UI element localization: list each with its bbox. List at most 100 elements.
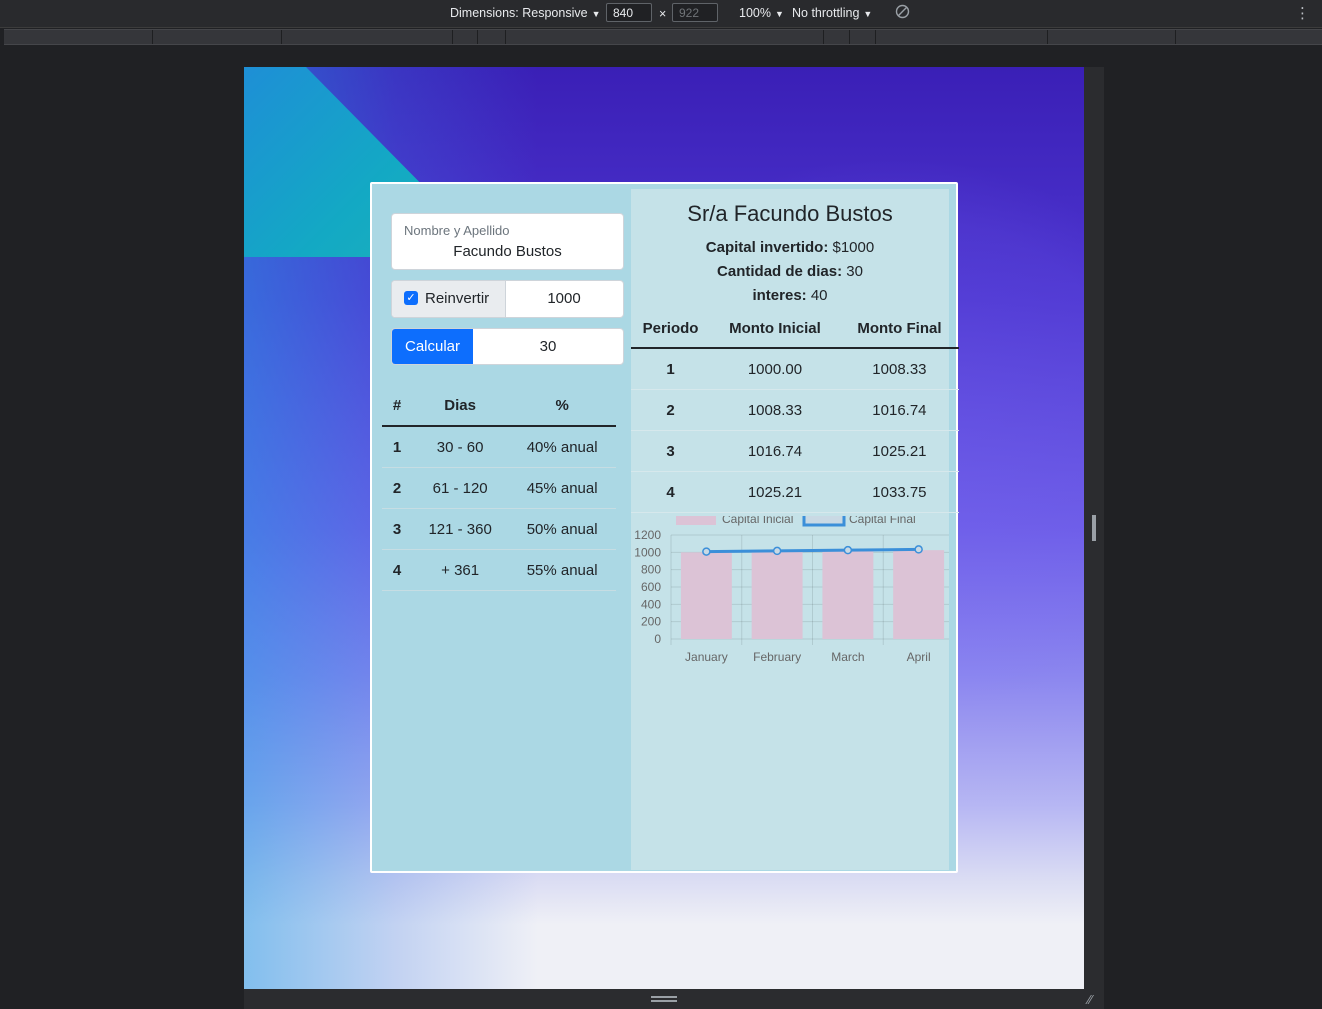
result-period: 4 [631, 471, 711, 513]
reinvest-group: ✓ Reinvertir 1000 [391, 280, 624, 318]
results-header-final: Monto Final [839, 309, 959, 349]
name-field-value: Facundo Bustos [453, 243, 562, 260]
series-line [706, 547, 919, 554]
capital-line: Capital invertido: $1000 [631, 239, 949, 256]
rate-index: 1 [382, 426, 412, 468]
days-input[interactable]: 30 [473, 338, 623, 355]
name-field[interactable]: Nombre y Apellido Facundo Bustos [391, 213, 624, 270]
rate-days: + 361 [412, 549, 509, 591]
line-point [914, 545, 923, 554]
result-period: 3 [631, 430, 711, 472]
times-symbol: × [659, 7, 667, 21]
capital-value: $1000 [832, 239, 875, 256]
y-tick-label: 400 [641, 597, 661, 611]
result-period: 1 [631, 348, 711, 390]
rotate-icon[interactable] [895, 4, 910, 22]
x-tick-label: March [831, 650, 864, 664]
result-period: 2 [631, 389, 711, 431]
result-initial: 1008.33 [710, 389, 840, 431]
line-point [843, 545, 853, 555]
media-query-ruler [4, 29, 1322, 45]
rates-header-row: # Dias % [382, 385, 616, 427]
line-point [702, 547, 711, 556]
table-row: 1 1000.00 1008.33 [631, 348, 959, 390]
caret-down-icon: ▼ [591, 9, 601, 19]
calculate-group: Calcular 30 [391, 328, 624, 365]
bar [680, 552, 732, 639]
throttling-dropdown[interactable]: No throttling ▼ [792, 6, 872, 20]
rate-index: 4 [382, 549, 412, 591]
dimensions-dropdown[interactable]: Dimensions: Responsive ▼ [450, 6, 600, 20]
table-row: 4 1025.21 1033.75 [631, 471, 959, 513]
capital-label: Capital invertido: [705, 239, 829, 256]
y-tick-label: 200 [641, 615, 661, 629]
results-table: Periodo Monto Inicial Monto Final 1 1000… [631, 309, 959, 513]
rate-days: 61 - 120 [412, 467, 509, 509]
dimensions-label: Dimensions: Responsive [450, 6, 588, 20]
legend-label: Capital Final [849, 516, 916, 526]
bar [893, 550, 945, 639]
rate-percent: 40% anual [508, 426, 616, 468]
width-input[interactable]: 840 [606, 3, 652, 22]
result-initial: 1025.21 [710, 471, 840, 513]
page-viewport: Nombre y Apellido Facundo Bustos ✓ Reinv… [244, 67, 1084, 989]
y-tick-label: 800 [641, 563, 661, 577]
interest-value: 40 [810, 287, 828, 304]
rate-index: 3 [382, 508, 412, 550]
rates-header-days: Dias [412, 385, 509, 427]
table-row: 1 30 - 60 40% anual [382, 426, 616, 468]
resize-corner-icon[interactable]: ⁄⁄ [1088, 992, 1092, 1007]
reinvest-checkbox[interactable]: ✓ [404, 291, 418, 305]
result-final: 1016.74 [839, 389, 959, 431]
table-row: 2 61 - 120 45% anual [382, 467, 616, 509]
throttling-label: No throttling [792, 6, 860, 20]
bar [751, 551, 803, 639]
rates-table: # Dias % 1 30 - 60 40% anual 2 61 - 120 … [382, 385, 616, 591]
interest-label: interes: [752, 287, 807, 304]
reinvest-addon: ✓ Reinvertir [392, 281, 506, 317]
table-row: 3 121 - 360 50% anual [382, 508, 616, 550]
calculator-card: Nombre y Apellido Facundo Bustos ✓ Reinv… [370, 182, 959, 873]
calculate-button[interactable]: Calcular [392, 329, 473, 364]
rate-percent: 55% anual [508, 549, 616, 591]
zoom-dropdown[interactable]: 100% ▼ [739, 6, 784, 20]
result-final: 1008.33 [839, 348, 959, 390]
caret-down-icon: ▼ [863, 9, 873, 19]
resize-grip-icon [1092, 515, 1096, 541]
resize-grip-icon [651, 996, 677, 1002]
amount-input[interactable]: 1000 [505, 290, 623, 307]
form-panel: Nombre y Apellido Facundo Bustos ✓ Reinv… [372, 184, 630, 871]
rate-days: 30 - 60 [412, 426, 509, 468]
line-point [772, 546, 782, 556]
result-initial: 1016.74 [710, 430, 840, 472]
results-title: Sr/a Facundo Bustos [687, 201, 893, 226]
y-tick-label: 1000 [634, 545, 661, 559]
table-row: 2 1008.33 1016.74 [631, 389, 959, 431]
legend-label: Capital Inicial [722, 516, 793, 526]
zoom-label: 100% [739, 6, 771, 20]
table-row: 4 + 361 55% anual [382, 549, 616, 591]
result-final: 1033.75 [839, 471, 959, 513]
y-tick-label: 600 [641, 580, 661, 594]
capital-chart: Capital Inicial Capital Final 0 200 400 600 80… [634, 516, 949, 664]
days-label: Cantidad de dias: [717, 263, 843, 280]
name-field-label: Nombre y Apellido [404, 223, 510, 238]
results-header-row: Periodo Monto Inicial Monto Final [631, 309, 959, 349]
rates-header-percent: % [508, 385, 616, 427]
rate-index: 2 [382, 467, 412, 509]
rates-header-index: # [382, 385, 412, 427]
rate-percent: 45% anual [508, 467, 616, 509]
legend-swatch [802, 516, 846, 527]
interest-line: interes: 40 [631, 287, 949, 304]
results-header-initial: Monto Inicial [710, 309, 840, 349]
y-tick-label: 1200 [634, 528, 661, 542]
results-panel: Sr/a Facundo Bustos Capital invertido: $… [631, 189, 959, 870]
height-input[interactable]: 922 [672, 3, 718, 22]
bar [822, 550, 874, 639]
more-options-icon[interactable]: ⋮ [1295, 4, 1310, 22]
rate-days: 121 - 360 [412, 508, 509, 550]
rate-percent: 50% anual [508, 508, 616, 550]
caret-down-icon: ▼ [774, 9, 784, 19]
table-row: 3 1016.74 1025.21 [631, 430, 959, 472]
x-tick-label: April [907, 650, 931, 664]
